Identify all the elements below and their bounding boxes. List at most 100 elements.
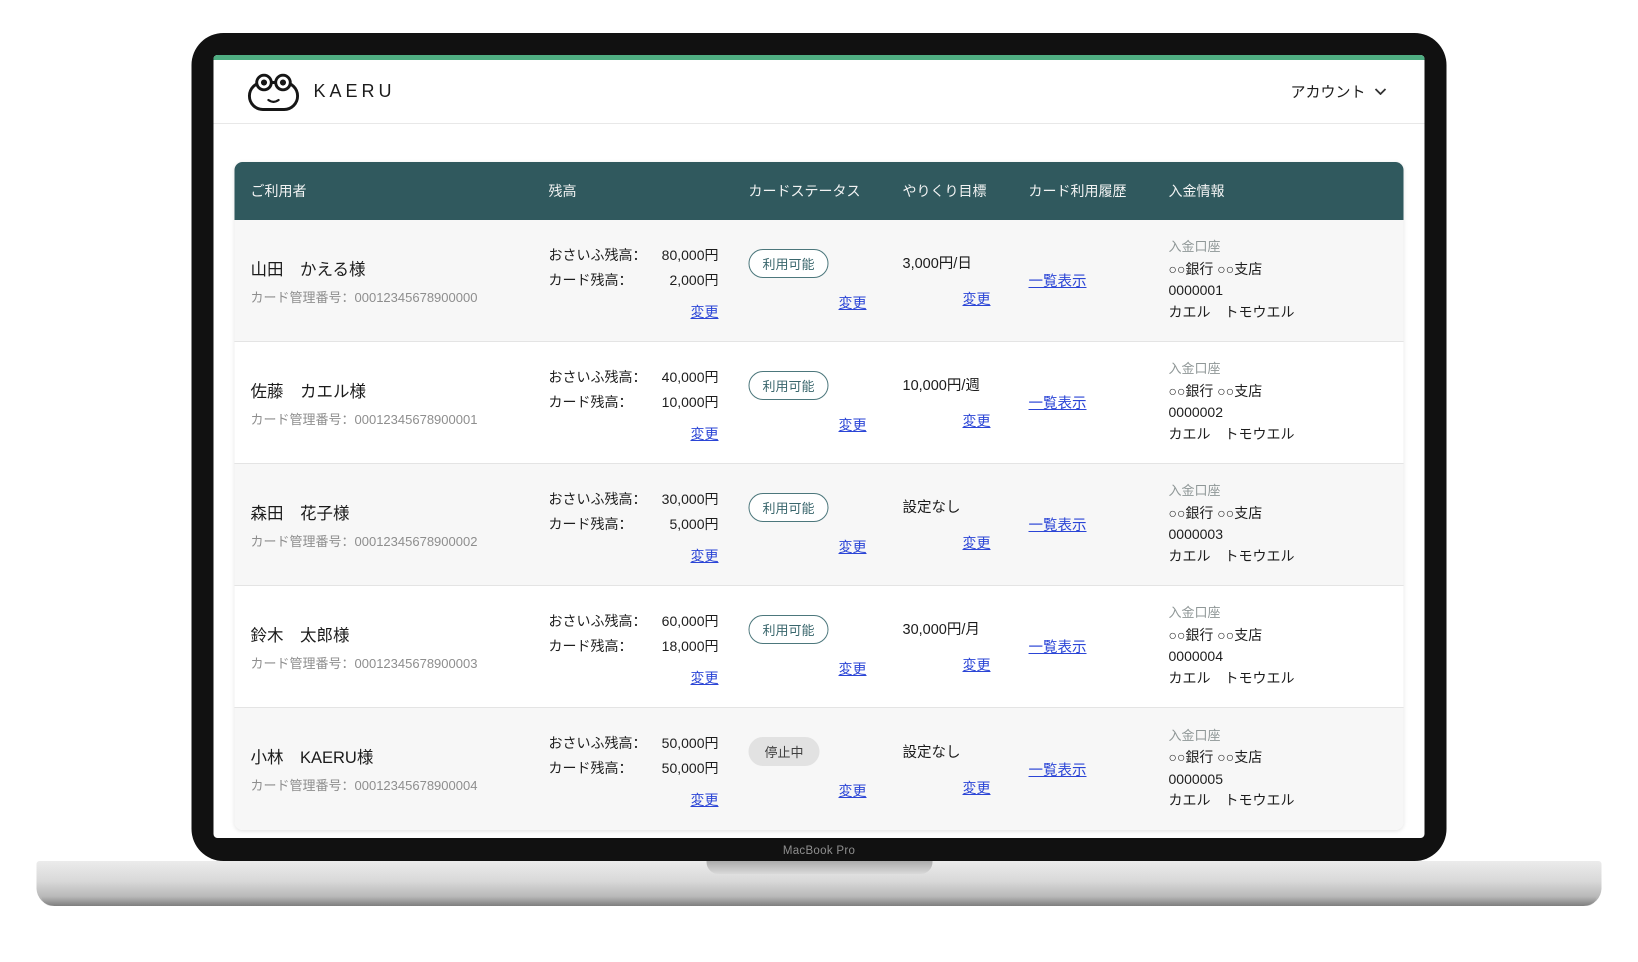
goal-cell: 30,000円/月 変更 bbox=[903, 618, 1029, 675]
laptop-screen-frame: KAERU アカウント ご利用者 残高 カードステータス やりくり目標 カード利… bbox=[192, 33, 1447, 861]
change-status-link[interactable]: 変更 bbox=[839, 293, 867, 313]
card-balance-value: 10,000円 bbox=[662, 392, 719, 412]
user-cell: 森田 花子様 カード管理番号：00012345678900002 bbox=[235, 500, 549, 550]
goal-value: 設定なし bbox=[903, 496, 961, 517]
change-status-link[interactable]: 変更 bbox=[839, 537, 867, 557]
user-cell: 山田 かえる様 カード管理番号：00012345678900000 bbox=[235, 256, 549, 306]
bank-name: ○○銀行 ○○支店 bbox=[1169, 503, 1404, 525]
wallet-balance-label: おさいふ残高： bbox=[549, 489, 647, 509]
macbook-label: MacBook Pro bbox=[192, 845, 1447, 857]
usage-history-link[interactable]: 一覧表示 bbox=[1029, 518, 1087, 534]
laptop-base bbox=[37, 861, 1602, 906]
deposit-cell: 入金口座 ○○銀行 ○○支店 0000003 カエル トモウエル bbox=[1169, 481, 1404, 567]
table-row: 小林 KAERU様 カード管理番号：00012345678900004 おさいふ… bbox=[235, 708, 1404, 830]
main-content: ご利用者 残高 カードステータス やりくり目標 カード利用履歴 入金情報 山田 … bbox=[214, 124, 1425, 830]
status-badge: 利用可能 bbox=[749, 371, 829, 400]
card-number-value: 00012345678900003 bbox=[355, 656, 478, 671]
wallet-balance-value: 80,000円 bbox=[662, 245, 719, 265]
card-number-value: 00012345678900000 bbox=[355, 290, 478, 305]
change-goal-link[interactable]: 変更 bbox=[963, 289, 991, 309]
change-balance-link[interactable]: 変更 bbox=[549, 546, 719, 566]
status-cell: 利用可能 変更 bbox=[749, 371, 903, 435]
frog-icon bbox=[247, 72, 301, 112]
change-status-link[interactable]: 変更 bbox=[839, 415, 867, 435]
change-status-link[interactable]: 変更 bbox=[839, 659, 867, 679]
change-goal-link[interactable]: 変更 bbox=[963, 778, 991, 798]
account-number: 0000001 bbox=[1169, 280, 1404, 302]
change-goal-link[interactable]: 変更 bbox=[963, 533, 991, 553]
card-number-label: カード管理番号： bbox=[251, 534, 355, 549]
status-cell: 停止中 変更 bbox=[749, 737, 903, 801]
card-balance-label: カード残高： bbox=[549, 392, 633, 412]
deposit-cell: 入金口座 ○○銀行 ○○支店 0000002 カエル トモウエル bbox=[1169, 359, 1404, 445]
wallet-balance-label: おさいふ残高： bbox=[549, 733, 647, 753]
usage-history-link[interactable]: 一覧表示 bbox=[1029, 396, 1087, 412]
change-balance-link[interactable]: 変更 bbox=[549, 424, 719, 444]
user-name: 鈴木 太郎様 bbox=[251, 622, 549, 646]
card-number: カード管理番号：00012345678900002 bbox=[251, 531, 549, 550]
user-cell: 小林 KAERU様 カード管理番号：00012345678900004 bbox=[235, 744, 549, 794]
card-number-value: 00012345678900002 bbox=[355, 534, 478, 549]
table-row: 佐藤 カエル様 カード管理番号：00012345678900001 おさいふ残高… bbox=[235, 342, 1404, 464]
wallet-balance-value: 40,000円 bbox=[662, 367, 719, 387]
goal-value: 10,000円/週 bbox=[903, 374, 980, 395]
wallet-balance-value: 50,000円 bbox=[662, 733, 719, 753]
change-balance-link[interactable]: 変更 bbox=[549, 302, 719, 322]
status-badge: 停止中 bbox=[749, 737, 820, 766]
history-cell: 一覧表示 bbox=[1029, 392, 1169, 413]
change-goal-link[interactable]: 変更 bbox=[963, 655, 991, 675]
goal-cell: 設定なし 変更 bbox=[903, 496, 1029, 553]
table-body: 山田 かえる様 カード管理番号：00012345678900000 おさいふ残高… bbox=[235, 220, 1404, 830]
goal-cell: 設定なし 変更 bbox=[903, 741, 1029, 798]
card-balance-label: カード残高： bbox=[549, 270, 633, 290]
column-header-balance: 残高 bbox=[549, 181, 749, 201]
table-header-row: ご利用者 残高 カードステータス やりくり目標 カード利用履歴 入金情報 bbox=[235, 162, 1404, 220]
account-menu[interactable]: アカウント bbox=[1290, 81, 1386, 102]
user-name: 小林 KAERU様 bbox=[251, 744, 549, 768]
change-balance-link[interactable]: 変更 bbox=[549, 790, 719, 810]
account-holder: カエル トモウエル bbox=[1169, 668, 1404, 690]
card-balance-value: 2,000円 bbox=[669, 270, 718, 290]
change-balance-link[interactable]: 変更 bbox=[549, 668, 719, 688]
card-balance-value: 18,000円 bbox=[662, 636, 719, 656]
history-cell: 一覧表示 bbox=[1029, 636, 1169, 657]
wallet-balance-label: おさいふ残高： bbox=[549, 367, 647, 387]
wallet-balance-label: おさいふ残高： bbox=[549, 611, 647, 631]
column-header-deposit: 入金情報 bbox=[1169, 181, 1404, 201]
card-balance-label: カード残高： bbox=[549, 636, 633, 656]
account-number: 0000003 bbox=[1169, 524, 1404, 546]
deposit-cell: 入金口座 ○○銀行 ○○支店 0000004 カエル トモウエル bbox=[1169, 603, 1404, 689]
wallet-balance-label: おさいふ残高： bbox=[549, 245, 647, 265]
status-badge: 利用可能 bbox=[749, 493, 829, 522]
account-number: 0000002 bbox=[1169, 402, 1404, 424]
status-cell: 利用可能 変更 bbox=[749, 249, 903, 313]
deposit-account-label: 入金口座 bbox=[1169, 359, 1404, 379]
change-goal-link[interactable]: 変更 bbox=[963, 411, 991, 431]
card-number-label: カード管理番号： bbox=[251, 290, 355, 305]
brand-logo: KAERU bbox=[247, 72, 396, 112]
brand-name: KAERU bbox=[314, 81, 396, 102]
wallet-balance-value: 30,000円 bbox=[662, 489, 719, 509]
history-cell: 一覧表示 bbox=[1029, 514, 1169, 535]
status-cell: 利用可能 変更 bbox=[749, 615, 903, 679]
balance-cell: おさいふ残高： 40,000円 カード残高： 10,000円 変更 bbox=[549, 362, 749, 444]
app-screen: KAERU アカウント ご利用者 残高 カードステータス やりくり目標 カード利… bbox=[214, 55, 1425, 838]
account-menu-label: アカウント bbox=[1290, 81, 1365, 102]
card-number: カード管理番号：00012345678900001 bbox=[251, 409, 549, 428]
bank-name: ○○銀行 ○○支店 bbox=[1169, 625, 1404, 647]
bank-name: ○○銀行 ○○支店 bbox=[1169, 381, 1404, 403]
card-number: カード管理番号：00012345678900000 bbox=[251, 287, 549, 306]
goal-cell: 3,000円/日 変更 bbox=[903, 252, 1029, 309]
bank-name: ○○銀行 ○○支店 bbox=[1169, 747, 1404, 769]
card-number-label: カード管理番号： bbox=[251, 412, 355, 427]
balance-cell: おさいふ残高：60,000円 カード残高：18,000円 変更 bbox=[549, 606, 749, 688]
usage-history-link[interactable]: 一覧表示 bbox=[1029, 640, 1087, 656]
usage-history-link[interactable]: 一覧表示 bbox=[1029, 274, 1087, 290]
table-row: 鈴木 太郎様 カード管理番号：00012345678900003 おさいふ残高：… bbox=[235, 586, 1404, 708]
user-cell: 佐藤 カエル様 カード管理番号：00012345678900001 bbox=[235, 378, 549, 428]
column-header-card-status: カードステータス bbox=[749, 181, 903, 201]
change-status-link[interactable]: 変更 bbox=[839, 781, 867, 801]
usage-history-link[interactable]: 一覧表示 bbox=[1029, 763, 1087, 779]
card-balance-label: カード残高： bbox=[549, 758, 633, 778]
goal-cell: 10,000円/週 変更 bbox=[903, 374, 1029, 431]
